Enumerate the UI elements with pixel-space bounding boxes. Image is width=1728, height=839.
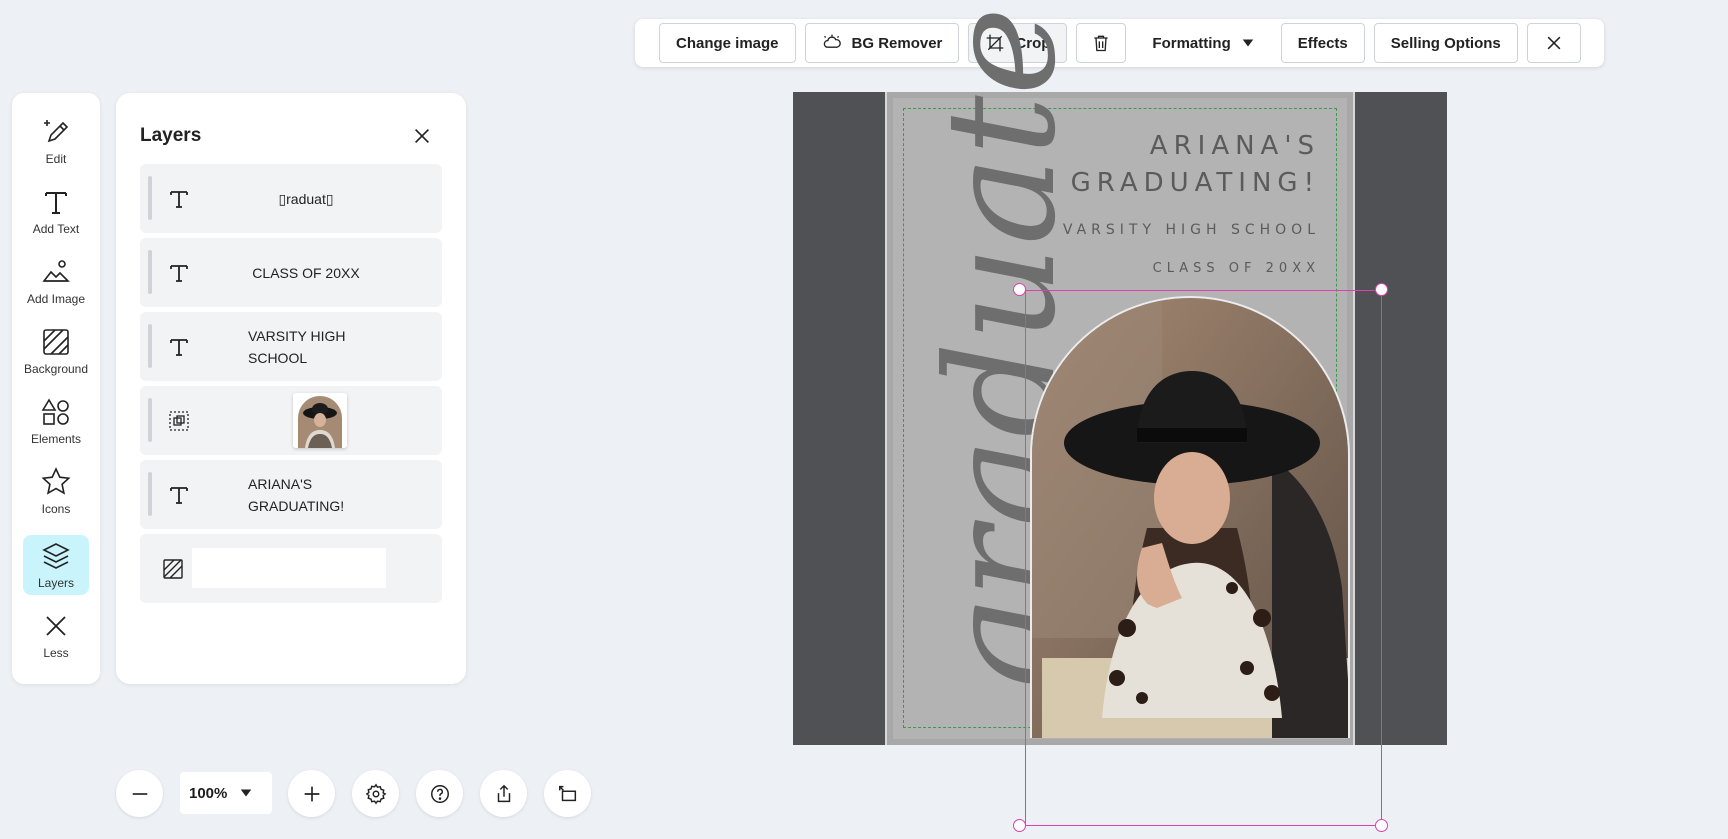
rail-item-edit[interactable]: Edit xyxy=(23,111,89,171)
zoom-in-button[interactable] xyxy=(288,770,335,817)
rail-label: Less xyxy=(43,645,69,660)
zoom-select[interactable]: 100% xyxy=(180,772,272,814)
layer-item[interactable]: ARIANA'S GRADUATING! xyxy=(140,460,442,529)
help-button[interactable] xyxy=(416,770,463,817)
canvas-school[interactable]: VARSITY HIGH SCHOOL xyxy=(1063,222,1320,238)
layer-item[interactable]: ▯raduat▯ xyxy=(140,164,442,233)
trash-icon xyxy=(1094,35,1109,52)
portrait-thumbnail-image xyxy=(293,393,347,448)
selection-box[interactable] xyxy=(1025,290,1382,826)
text-layer-icon xyxy=(170,487,188,504)
change-image-button[interactable]: Change image xyxy=(659,23,796,63)
image-toolbar: Change image BG Remover Crop Formatting … xyxy=(635,19,1604,67)
rail-label: Background xyxy=(23,361,89,376)
resize-handle-top-left[interactable] xyxy=(1013,283,1026,296)
left-tool-rail: Edit Add Text Add Image Background Eleme… xyxy=(12,93,100,684)
resize-button[interactable] xyxy=(544,770,591,817)
bg-remover-icon xyxy=(823,34,841,48)
rail-label: Elements xyxy=(30,431,82,446)
layer-item[interactable]: CLASS OF 20XX xyxy=(140,238,442,307)
canvas-title-line2[interactable]: GRADUATING! xyxy=(1071,168,1320,198)
help-icon xyxy=(430,784,449,803)
image-frame-icon xyxy=(169,411,189,431)
selling-options-button[interactable]: Selling Options xyxy=(1373,23,1518,63)
layer-item-background[interactable] xyxy=(140,534,442,603)
magic-pencil-icon xyxy=(44,119,69,142)
plus-icon xyxy=(304,786,319,801)
rail-label: Add Image xyxy=(26,291,86,306)
layer-label-line1: VARSITY HIGH xyxy=(248,327,346,344)
close-icon xyxy=(46,615,66,636)
rail-item-less[interactable]: Less xyxy=(23,605,89,665)
share-icon xyxy=(497,784,510,802)
close-toolbar-button[interactable] xyxy=(1526,23,1581,63)
image-add-icon xyxy=(42,259,70,282)
settings-button[interactable] xyxy=(352,770,399,817)
rail-label: Icons xyxy=(41,501,71,516)
resize-handle-bottom-left[interactable] xyxy=(1013,819,1026,832)
formatting-label: Formatting xyxy=(1152,34,1231,52)
drag-handle[interactable] xyxy=(148,324,152,368)
rail-item-add-image[interactable]: Add Image xyxy=(23,251,89,311)
caret-down-icon xyxy=(241,789,252,797)
layer-label: CLASS OF 20XX xyxy=(252,264,360,281)
rail-item-add-text[interactable]: Add Text xyxy=(23,181,89,241)
rail-item-layers[interactable]: Layers xyxy=(23,535,89,595)
formatting-dropdown[interactable]: Formatting xyxy=(1135,23,1272,63)
canvas-title-line1[interactable]: ARIANA'S xyxy=(1150,131,1320,161)
zoom-out-button[interactable] xyxy=(116,770,163,817)
zoom-value: 100% xyxy=(189,784,228,802)
layer-label-line1: ARIANA'S xyxy=(248,475,313,492)
layer-label-line2: SCHOOL xyxy=(248,349,308,366)
resize-icon xyxy=(558,785,576,801)
panel-title: Layers xyxy=(140,125,202,146)
text-t-icon xyxy=(45,191,67,214)
close-panel-icon[interactable] xyxy=(411,125,433,147)
background-layer-icon xyxy=(163,559,183,579)
shapes-icon xyxy=(41,397,69,425)
background-icon xyxy=(43,328,69,355)
layer-item[interactable] xyxy=(140,386,442,455)
rail-item-elements[interactable]: Elements xyxy=(23,391,89,451)
layer-label: ARIANA'S GRADUATING! xyxy=(248,460,344,529)
minus-icon xyxy=(132,792,147,795)
effects-button[interactable]: Effects xyxy=(1280,23,1365,63)
rail-item-icons[interactable]: Icons xyxy=(23,461,89,521)
canvas-class-of[interactable]: CLASS OF 20XX xyxy=(1153,261,1320,276)
layers-icon xyxy=(42,542,70,569)
layer-label: VARSITY HIGH SCHOOL xyxy=(248,312,346,381)
gear-icon xyxy=(365,783,387,804)
rail-label: Layers xyxy=(37,575,75,590)
layers-panel: Layers ▯raduat▯ CLASS OF 20XX VARSITY HI… xyxy=(116,93,466,684)
drag-handle[interactable] xyxy=(148,472,152,516)
close-icon xyxy=(1547,36,1561,50)
layer-thumbnail xyxy=(293,393,347,448)
drag-handle[interactable] xyxy=(148,398,152,442)
star-icon xyxy=(41,466,71,495)
layer-label: ▯raduat▯ xyxy=(278,190,334,207)
text-layer-icon xyxy=(170,339,188,356)
rail-item-background[interactable]: Background xyxy=(23,321,89,381)
background-swatch xyxy=(192,548,386,588)
layer-item[interactable]: VARSITY HIGH SCHOOL xyxy=(140,312,442,381)
caret-down-icon xyxy=(1242,39,1253,47)
layer-label-line2: GRADUATING! xyxy=(248,497,345,514)
resize-handle-top-right[interactable] xyxy=(1375,283,1388,296)
rail-label: Edit xyxy=(45,151,67,166)
rail-label: Add Text xyxy=(32,221,80,236)
resize-handle-bottom-right[interactable] xyxy=(1375,819,1388,832)
share-button[interactable] xyxy=(480,770,527,817)
